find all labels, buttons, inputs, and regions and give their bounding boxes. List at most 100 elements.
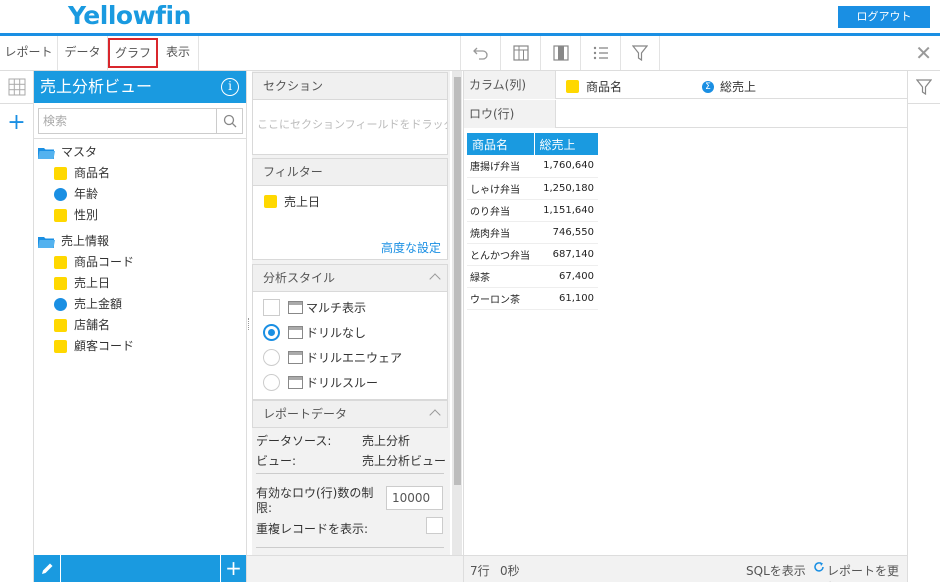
pencil-icon[interactable]	[34, 555, 61, 582]
table-row: 焼肉弁当 746,550	[467, 221, 598, 244]
field-tree: マスタ 商品名 年齢 性別 売上情報 商品コード 売上日 売上金額 店舗名 顧客…	[34, 142, 246, 357]
logout-button[interactable]: ログアウト	[838, 6, 930, 28]
field-item[interactable]: 売上日	[34, 273, 246, 294]
list-order-icon[interactable]	[580, 36, 620, 70]
refresh-report-link[interactable]: レポートを更新	[827, 562, 907, 582]
field-item[interactable]: 売上金額	[34, 294, 246, 315]
multi-checkbox[interactable]	[263, 298, 280, 316]
dimension-icon	[566, 80, 579, 93]
filter-panel-icon[interactable]	[908, 71, 940, 104]
folder-icon	[38, 236, 55, 248]
field-item[interactable]: 顧客コード	[34, 336, 246, 357]
settings-scrollbar[interactable]	[452, 71, 462, 555]
field-item[interactable]: 年齢	[34, 184, 246, 205]
left-strip: +	[0, 71, 34, 582]
add-icon[interactable]: +	[0, 104, 33, 140]
style-multi[interactable]: マルチ表示	[263, 297, 366, 317]
report-table: 商品名 総売上 唐揚げ弁当 1,760,640 しゃけ弁当 1,250,180 のり…	[467, 133, 598, 310]
analysis-style-title[interactable]: 分析スタイル	[252, 264, 448, 292]
drill-anywhere-icon	[288, 350, 303, 364]
header-product[interactable]: 商品名	[467, 133, 534, 155]
table-row: 緑茶 67,400	[467, 265, 598, 288]
report-toolbar: レポート データ グラフ 表示 ✕	[0, 36, 940, 71]
tab-data[interactable]: データ	[58, 36, 108, 70]
folder-sales-info[interactable]: 売上情報	[34, 231, 246, 252]
section-drop-zone[interactable]: ここにセクションフィールドをドラッグ	[252, 100, 448, 155]
drill-through-icon	[288, 375, 303, 389]
column-shelf[interactable]: カラム(列) 商品名 Σ 総売上	[464, 71, 907, 99]
duplicate-records-checkbox[interactable]	[426, 517, 443, 534]
collapse-icon[interactable]	[429, 273, 441, 285]
search-input[interactable]	[39, 109, 215, 133]
data-source-value: 売上分析	[362, 434, 411, 448]
field-item[interactable]: 商品名	[34, 163, 246, 184]
close-icon[interactable]: ✕	[915, 43, 932, 63]
drill-through-radio[interactable]	[263, 373, 280, 391]
tab-display[interactable]: 表示	[158, 36, 199, 70]
search-icon[interactable]	[216, 109, 242, 133]
dimension-icon	[54, 167, 67, 180]
advanced-settings-link[interactable]: 高度な設定	[381, 239, 441, 256]
report-canvas: カラム(列) 商品名 Σ 総売上 ロウ(行) 商品名 総売上 唐揚げ弁当 1,760…	[463, 71, 907, 582]
filter-zone[interactable]: 売上日 高度な設定	[252, 186, 448, 260]
add-field-icon[interactable]: +	[220, 555, 246, 582]
section-drop-hint: ここにセクションフィールドをドラッグ	[257, 118, 447, 131]
field-item[interactable]: 商品コード	[34, 252, 246, 273]
refresh-icon[interactable]	[813, 561, 825, 576]
data-panel: 売上分析ビュー i マスタ 商品名 年齢 性別 売上情報 商品コード 売上日 売…	[34, 71, 247, 582]
resize-grip[interactable]	[248, 318, 251, 330]
header-total-sales[interactable]: 総売上	[533, 133, 598, 155]
no-drill-radio[interactable]	[263, 323, 280, 341]
column-field-total-sales[interactable]: Σ 総売上	[702, 78, 756, 95]
field-item[interactable]: 性別	[34, 205, 246, 226]
style-drill-through[interactable]: ドリルスルー	[263, 372, 378, 392]
metric-icon	[54, 298, 67, 311]
section-title: セクション	[252, 72, 448, 100]
filter-icon[interactable]	[620, 36, 660, 70]
no-drill-icon	[288, 325, 303, 339]
row-count: 7行	[470, 564, 490, 578]
sigma-icon: Σ	[702, 80, 714, 93]
drill-anywhere-radio[interactable]	[263, 348, 280, 366]
analysis-style-body: マルチ表示 ドリルなし ドリルエニウェア ドリルスルー	[252, 292, 448, 400]
table-layout-icon[interactable]	[500, 36, 540, 70]
collapse-icon[interactable]	[429, 409, 441, 421]
show-sql-link[interactable]: SQLを表示	[746, 562, 806, 579]
table-row: とんかつ弁当 687,140	[467, 243, 598, 266]
tab-chart[interactable]: グラフ	[108, 38, 158, 68]
style-no-drill[interactable]: ドリルなし	[263, 322, 366, 342]
row-limit-input[interactable]: 10000	[386, 486, 443, 510]
view-label: ビュー:	[256, 454, 297, 468]
column-layout-icon[interactable]	[540, 36, 580, 70]
dimension-icon	[54, 209, 67, 222]
column-field-product[interactable]: 商品名	[566, 78, 622, 95]
row-shelf[interactable]: ロウ(行)	[464, 100, 907, 128]
dimension-icon	[264, 195, 277, 208]
tab-report[interactable]: レポート	[0, 36, 58, 70]
row-limit-label: 有効なロウ(行)数の制	[256, 486, 374, 500]
settings-panel: セクション ここにセクションフィールドをドラッグ フィルター 売上日 高度な設定…	[252, 71, 450, 555]
view-title: 売上分析ビュー	[40, 77, 153, 96]
report-data-title[interactable]: レポートデータ	[252, 400, 448, 428]
row-shelf-label: ロウ(行)	[464, 100, 556, 128]
table-row: 唐揚げ弁当 1,760,640	[467, 155, 598, 178]
report-footer: 7行 0秒 SQLを表示 レポートを更新	[464, 555, 907, 582]
grid-icon[interactable]	[0, 71, 33, 104]
settings-footer	[247, 555, 463, 582]
query-time: 0秒	[500, 564, 520, 578]
dimension-icon	[54, 340, 67, 353]
dimension-icon	[54, 277, 67, 290]
style-drill-anywhere[interactable]: ドリルエニウェア	[263, 347, 402, 367]
search-box	[38, 108, 243, 134]
multi-display-icon	[288, 300, 303, 314]
info-icon[interactable]: i	[221, 78, 239, 96]
field-item[interactable]: 店舗名	[34, 315, 246, 336]
folder-icon	[38, 147, 55, 159]
row-limit-label-2: 限:	[256, 501, 273, 515]
filter-item[interactable]: 売上日	[253, 186, 447, 210]
right-strip	[907, 71, 940, 582]
data-panel-footer: +	[34, 555, 246, 582]
dimension-icon	[54, 319, 67, 332]
undo-icon[interactable]	[460, 36, 500, 70]
folder-master[interactable]: マスタ	[34, 142, 246, 163]
